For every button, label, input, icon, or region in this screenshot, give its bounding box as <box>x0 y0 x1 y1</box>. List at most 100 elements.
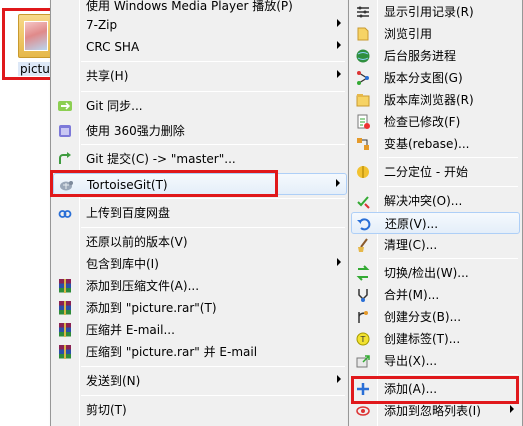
winrar-icon <box>57 322 73 338</box>
menu-item-baidu-upload[interactable]: 上传到百度网盘 <box>53 202 347 224</box>
menu-item-label: 使用 Windows Media Player 播放(P) <box>86 0 293 13</box>
menu-item-rebase[interactable]: 变基(rebase)... <box>351 133 520 155</box>
menu-item-merge[interactable]: 合并(M)... <box>351 284 520 306</box>
merge-icon <box>355 287 371 303</box>
menu-item-label: 清理(C)... <box>384 238 438 252</box>
menu-item-git-commit[interactable]: Git 提交(C) -> "master"... <box>53 148 347 170</box>
repo-browser-icon <box>355 92 371 108</box>
winrar-icon <box>57 300 73 316</box>
menu-item-daemon[interactable]: 后台服务进程 <box>351 45 520 67</box>
menu-item-git-sync[interactable]: Git 同步... <box>53 95 347 117</box>
menu-item-include-library[interactable]: 包含到库中(I) <box>53 253 347 275</box>
menu-item-browse-refs[interactable]: 浏览引用 <box>351 23 520 45</box>
menu-item-label: 添加到压缩文件(A)... <box>86 279 200 293</box>
menu-item-label: 上传到百度网盘 <box>86 206 171 220</box>
git-commit-icon <box>57 151 73 167</box>
menu-item-create-tag[interactable]: T 创建标签(T)... <box>351 328 520 350</box>
menu-item-crc-sha[interactable]: CRC SHA <box>53 36 347 58</box>
export-icon <box>355 353 371 369</box>
submenu-arrow-icon <box>336 179 340 187</box>
menu-item-label: 变基(rebase)... <box>384 137 470 151</box>
menu-item-create-branch[interactable]: 创建分支(B)... <box>351 306 520 328</box>
menu-item-label: 添加到忽略列表(I) <box>384 404 481 418</box>
menu-item-show-reflog[interactable]: 显示引用记录(R) <box>351 1 520 23</box>
menu-separator <box>81 198 345 199</box>
menu-item-revert[interactable]: 还原(V)... <box>351 212 520 234</box>
menu-item-label: 发送到(N) <box>86 374 141 388</box>
menu-item-cut[interactable]: 剪切(T) <box>53 399 347 421</box>
menu-separator <box>81 395 345 396</box>
menu-item-export[interactable]: 导出(X)... <box>351 350 520 372</box>
menu-item-label: 添加到 "picture.rar"(T) <box>86 301 217 315</box>
menu-item-label: Git 提交(C) -> "master"... <box>86 152 236 166</box>
menu-item-switch-checkout[interactable]: 切换/检出(W)... <box>351 262 520 284</box>
menu-separator <box>379 157 518 158</box>
menu-item-compress-email[interactable]: 压缩并 E-mail... <box>53 319 347 341</box>
menu-item-360-delete[interactable]: 使用 360强力删除 <box>53 120 347 142</box>
cleanup-icon <box>355 237 371 253</box>
create-tag-icon: T <box>355 331 371 347</box>
menu-item-add-archive[interactable]: 添加到压缩文件(A)... <box>53 275 347 297</box>
menu-item-revision-graph[interactable]: 版本分支图(G) <box>351 67 520 89</box>
submenu-arrow-icon <box>337 258 341 266</box>
check-modifications-icon <box>355 114 371 130</box>
menu-item-label: 二分定位 - 开始 <box>384 165 468 179</box>
menu-item-label: 浏览引用 <box>384 27 433 41</box>
menu-item-bisect-start[interactable]: 二分定位 - 开始 <box>351 161 520 183</box>
tortoisegit-submenu: 显示引用记录(R) 浏览引用 后台服务进程 版本分支图(G) 版本库浏览器(R)… <box>348 0 523 426</box>
menu-item-7zip[interactable]: 7-Zip <box>53 14 347 36</box>
menu-item-label: 版本分支图(G) <box>384 71 463 85</box>
menu-separator <box>81 144 345 145</box>
menu-separator <box>379 186 518 187</box>
annotation-box-tortoisegit <box>50 170 278 197</box>
revert-icon <box>356 216 372 232</box>
menu-item-compress-picture-email[interactable]: 压缩到 "picture.rar" 并 E-mail <box>53 341 347 363</box>
daemon-icon <box>355 48 371 64</box>
rebase-icon <box>355 136 371 152</box>
menu-item-label: 共享(H) <box>86 69 129 83</box>
submenu-arrow-icon <box>337 41 341 49</box>
menu-item-label: 版本库浏览器(R) <box>384 93 474 107</box>
menu-item-label: 还原(V)... <box>385 217 439 231</box>
360-delete-icon <box>57 123 73 139</box>
menu-item-label: 创建标签(T)... <box>384 332 461 346</box>
resolve-icon <box>355 193 371 209</box>
menu-item-label: 导出(X)... <box>384 354 438 368</box>
menu-separator <box>81 227 345 228</box>
menu-item-cleanup[interactable]: 清理(C)... <box>351 234 520 256</box>
menu-item-label: 压缩并 E-mail... <box>86 323 175 337</box>
menu-separator <box>81 61 345 62</box>
menu-item-repo-browser[interactable]: 版本库浏览器(R) <box>351 89 520 111</box>
menu-separator <box>379 374 518 375</box>
menu-item-label: 显示引用记录(R) <box>384 5 474 19</box>
git-sync-icon <box>57 98 73 114</box>
menu-item-share[interactable]: 共享(H) <box>53 65 347 87</box>
winrar-icon <box>57 278 73 294</box>
menu-item-label: 7-Zip <box>86 18 118 32</box>
submenu-arrow-icon <box>337 19 341 27</box>
ignore-icon <box>355 403 371 419</box>
submenu-arrow-icon <box>337 70 341 78</box>
menu-item-add-picture-rar[interactable]: 添加到 "picture.rar"(T) <box>53 297 347 319</box>
browse-refs-icon <box>355 26 371 42</box>
annotation-box-add <box>351 376 519 404</box>
menu-separator <box>379 258 518 259</box>
menu-item-resolve[interactable]: 解决冲突(O)... <box>351 190 520 212</box>
menu-separator <box>81 91 345 92</box>
reflog-icon <box>355 4 371 20</box>
menu-item-restore-versions[interactable]: 还原以前的版本(V) <box>53 231 347 253</box>
menu-item-label: 后台服务进程 <box>384 49 457 63</box>
menu-item-label: 包含到库中(I) <box>86 257 159 271</box>
menu-item-check-modifications[interactable]: 检查已修改(F) <box>351 111 520 133</box>
menu-item-label: Git 同步... <box>86 99 143 113</box>
bisect-icon <box>355 164 371 180</box>
menu-item-label: 压缩到 "picture.rar" 并 E-mail <box>86 345 258 359</box>
menu-item-label: 剪切(T) <box>86 403 127 417</box>
menu-item-label: 使用 360强力删除 <box>86 124 185 138</box>
menu-separator <box>81 366 345 367</box>
menu-item-send-to[interactable]: 发送到(N) <box>53 370 347 392</box>
menu-item-label: 合并(M)... <box>384 288 440 302</box>
baidu-cloud-icon <box>57 205 73 221</box>
context-menu: 使用 Windows Media Player 播放(P) 7-Zip CRC … <box>50 0 350 426</box>
menu-item-label: 解决冲突(O)... <box>384 194 463 208</box>
